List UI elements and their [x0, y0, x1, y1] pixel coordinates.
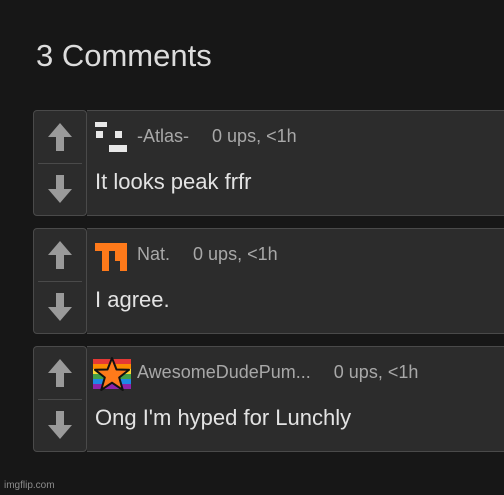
comment-body: Nat. 0 ups, <1h I agree.: [87, 228, 504, 334]
arrow-up-icon: [48, 359, 72, 387]
avatar[interactable]: [93, 119, 131, 157]
comment-stats: 0 ups, <1h: [212, 126, 297, 146]
vote-controls: [33, 110, 87, 216]
downvote-button[interactable]: [34, 400, 86, 450]
arrow-up-icon: [48, 123, 72, 151]
upvote-button[interactable]: [34, 112, 86, 162]
username-link[interactable]: AwesomeDudePum...: [137, 362, 311, 383]
arrow-down-icon: [48, 175, 72, 203]
comment-meta: -Atlas- 0 ups, <1h: [137, 126, 297, 147]
orange-block-avatar-icon: [95, 243, 127, 271]
comment-card: Nat. 0 ups, <1h I agree.: [33, 228, 504, 334]
comment-stats: 0 ups, <1h: [333, 362, 419, 382]
comment-body: AwesomeDudePum... 0 ups, <1h Ong I'm hyp…: [87, 346, 504, 452]
watermark: imgflip.com: [4, 480, 55, 491]
downvote-button[interactable]: [34, 164, 86, 214]
comment-text: It looks peak frfr: [95, 169, 252, 194]
comment-body: -Atlas- 0 ups, <1h It looks peak frfr: [87, 110, 504, 216]
comment-text: I agree.: [95, 287, 170, 312]
arrow-up-icon: [48, 241, 72, 269]
rainbow-star-avatar-icon: [93, 357, 131, 391]
comment-text: Ong I'm hyped for Lunchly: [95, 405, 352, 430]
comment-stats: 0 ups, <1h: [193, 244, 278, 264]
comment-card: AwesomeDudePum... 0 ups, <1h Ong I'm hyp…: [33, 346, 504, 452]
upvote-button[interactable]: [34, 348, 86, 398]
vote-controls: [33, 228, 87, 334]
upvote-button[interactable]: [34, 230, 86, 280]
vote-controls: [33, 346, 87, 452]
username-link[interactable]: -Atlas-: [137, 126, 189, 147]
comment-meta: AwesomeDudePum... 0 ups, <1h: [137, 362, 418, 383]
comment-card: -Atlas- 0 ups, <1h It looks peak frfr: [33, 110, 504, 216]
page-title: 3 Comments: [36, 38, 212, 73]
username-link[interactable]: Nat.: [137, 244, 170, 265]
downvote-button[interactable]: [34, 282, 86, 332]
pixel-glyph-avatar-icon: [95, 122, 127, 152]
avatar[interactable]: [93, 355, 131, 393]
comment-meta: Nat. 0 ups, <1h: [137, 244, 278, 265]
arrow-down-icon: [48, 293, 72, 321]
arrow-down-icon: [48, 411, 72, 439]
avatar[interactable]: [93, 237, 131, 275]
